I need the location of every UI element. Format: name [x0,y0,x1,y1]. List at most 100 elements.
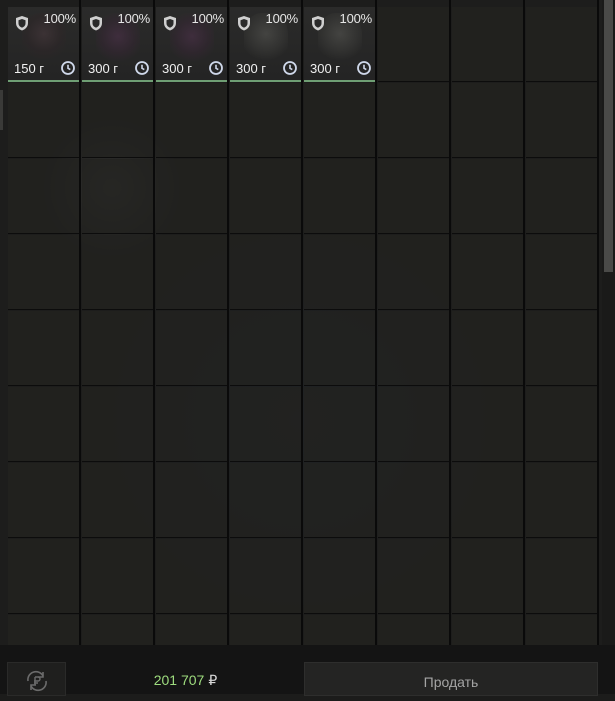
empty-slot[interactable] [452,159,523,234]
empty-slot[interactable] [378,159,449,234]
empty-slot[interactable] [82,159,153,234]
empty-slot[interactable] [156,539,227,614]
empty-slot[interactable] [8,463,79,538]
refresh-prices-button[interactable] [7,662,66,696]
empty-slot[interactable] [304,387,375,462]
empty-slot[interactable] [378,463,449,538]
empty-slot[interactable] [230,83,301,158]
empty-slot[interactable] [230,463,301,538]
empty-slot[interactable] [230,159,301,234]
item-weight: 150 г [14,61,45,76]
item-weight: 300 г [162,61,193,76]
empty-slot[interactable] [304,615,375,645]
inventory-item[interactable]: 100% 300 г [304,7,375,82]
empty-slot[interactable] [526,615,597,645]
column-divider [375,0,377,645]
column-divider [597,0,599,645]
item-durability: 100% [191,11,225,26]
shield-icon [90,16,102,31]
empty-slot[interactable] [526,235,597,310]
inventory-grid: 100% 150 г 100% 300 г 100% 300 г 100% 300 г 100%… [0,0,615,645]
empty-slot[interactable] [8,387,79,462]
column-divider [523,0,525,645]
empty-slot[interactable] [378,235,449,310]
empty-slot[interactable] [8,311,79,386]
empty-slot[interactable] [230,539,301,614]
shield-icon [238,16,250,31]
empty-slot[interactable] [378,387,449,462]
empty-slot[interactable] [378,539,449,614]
empty-slot[interactable] [452,615,523,645]
empty-slot[interactable] [526,7,597,82]
clock-icon [283,61,297,75]
item-weight: 300 г [236,61,267,76]
empty-slot[interactable] [304,463,375,538]
clock-icon [135,61,149,75]
empty-slot[interactable] [230,311,301,386]
empty-slot[interactable] [452,463,523,538]
empty-slot[interactable] [230,387,301,462]
sell-button[interactable]: Продать [304,662,598,696]
left-edge-marker [0,90,3,130]
empty-slot[interactable] [156,387,227,462]
empty-slot[interactable] [156,235,227,310]
empty-slot[interactable] [156,159,227,234]
column-divider [227,0,229,645]
empty-slot[interactable] [304,235,375,310]
inventory-item[interactable]: 100% 300 г [82,7,153,82]
empty-slot[interactable] [452,235,523,310]
shield-icon [164,16,176,31]
empty-slot[interactable] [156,311,227,386]
empty-slot[interactable] [82,539,153,614]
empty-slot[interactable] [82,463,153,538]
empty-slot[interactable] [156,83,227,158]
scrollbar-thumb[interactable] [604,0,613,272]
empty-slot[interactable] [82,615,153,645]
empty-slot[interactable] [304,311,375,386]
empty-slot[interactable] [304,159,375,234]
empty-slot[interactable] [526,83,597,158]
empty-slot[interactable] [8,615,79,645]
footer-bar: 201 707 ₽ Продать [0,645,615,696]
empty-slot[interactable] [378,7,449,82]
empty-slot[interactable] [452,539,523,614]
empty-slot[interactable] [8,159,79,234]
empty-slot[interactable] [526,539,597,614]
empty-slot[interactable] [378,311,449,386]
empty-slot[interactable] [82,235,153,310]
empty-slot[interactable] [82,311,153,386]
ruble-refresh-icon [27,670,47,692]
empty-slot[interactable] [452,83,523,158]
empty-slot[interactable] [526,387,597,462]
column-divider [301,0,303,645]
empty-slot[interactable] [82,83,153,158]
empty-slot[interactable] [8,83,79,158]
empty-slot[interactable] [8,539,79,614]
empty-slot[interactable] [156,615,227,645]
empty-slot[interactable] [526,463,597,538]
item-weight: 300 г [88,61,119,76]
empty-slot[interactable] [452,311,523,386]
empty-slot[interactable] [452,387,523,462]
empty-slot[interactable] [452,7,523,82]
inventory-item[interactable]: 100% 300 г [156,7,227,82]
empty-slot[interactable] [230,615,301,645]
item-weight: 300 г [310,61,341,76]
balance-display: 201 707 ₽ [67,662,304,696]
shield-icon [312,16,324,31]
empty-slot[interactable] [8,235,79,310]
empty-slot[interactable] [526,159,597,234]
empty-slot[interactable] [82,387,153,462]
inventory-item[interactable]: 100% 150 г [8,7,79,82]
item-durability: 100% [117,11,151,26]
empty-slot[interactable] [156,463,227,538]
empty-slot[interactable] [304,83,375,158]
empty-slot[interactable] [526,311,597,386]
inventory-item[interactable]: 100% 300 г [230,7,301,82]
clock-icon [209,61,223,75]
empty-slot[interactable] [230,235,301,310]
shield-icon [16,16,28,31]
empty-slot[interactable] [378,615,449,645]
empty-slot[interactable] [378,83,449,158]
empty-slot[interactable] [304,539,375,614]
